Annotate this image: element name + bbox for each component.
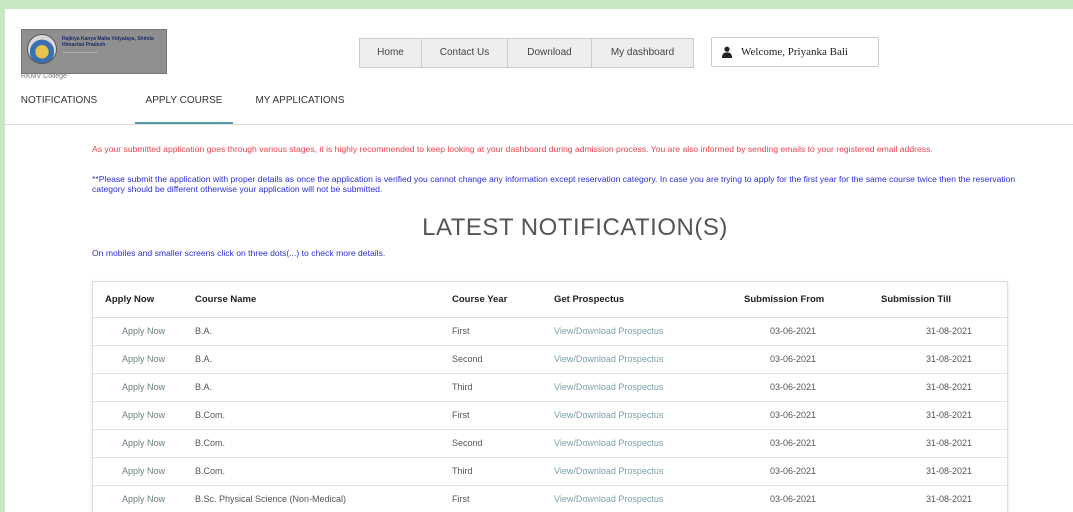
table-row: Apply Now B.Com. First View/Download Pro…	[93, 401, 1007, 430]
apply-now-link[interactable]: Apply Now	[93, 485, 185, 512]
tab-notifications[interactable]: NOTIFICATIONS	[5, 91, 113, 124]
tab-my-applications[interactable]: MY APPLICATIONS	[245, 91, 355, 124]
prospectus-link[interactable]: View/Download Prospectus	[544, 485, 734, 512]
submission-till-cell: 31-08-2021	[871, 345, 1007, 374]
submission-till-cell: 31-08-2021	[871, 373, 1007, 402]
column-header: Submission Till	[871, 282, 1007, 318]
apply-now-link[interactable]: Apply Now	[93, 373, 185, 402]
nav-home-button[interactable]: Home	[360, 39, 422, 67]
column-header: Get Prospectus	[544, 282, 734, 318]
prospectus-link[interactable]: View/Download Prospectus	[544, 401, 734, 430]
column-header: Course Year	[442, 282, 544, 318]
notice-submission-warning: **Please submit the application with pro…	[92, 174, 1016, 194]
table-row: Apply Now B.Com. Third View/Download Pro…	[93, 457, 1007, 486]
submission-till-cell: 31-08-2021	[871, 457, 1007, 486]
course-year-cell: First	[442, 317, 544, 346]
apply-now-link[interactable]: Apply Now	[93, 317, 185, 346]
course-year-cell: First	[442, 401, 544, 430]
course-name-cell: B.A.	[185, 317, 442, 346]
notice-dashboard-warning: As your submitted application goes throu…	[92, 144, 933, 154]
column-header: Course Name	[185, 282, 442, 318]
table-row: Apply Now B.A. Third View/Download Prosp…	[93, 373, 1007, 402]
apply-now-link[interactable]: Apply Now	[93, 345, 185, 374]
prospectus-link[interactable]: View/Download Prospectus	[544, 373, 734, 402]
course-name-cell: B.Sc. Physical Science (Non-Medical)	[185, 485, 442, 512]
logo-subtext: —————————	[62, 49, 98, 54]
welcome-text: Welcome, Priyanka Bali	[741, 46, 848, 58]
course-name-cell: B.A.	[185, 373, 442, 402]
apply-now-link[interactable]: Apply Now	[93, 457, 185, 486]
course-year-cell: Second	[442, 345, 544, 374]
course-year-cell: Third	[442, 457, 544, 486]
submission-from-cell: 03-06-2021	[734, 429, 871, 458]
welcome-user-button[interactable]: Welcome, Priyanka Bali	[711, 37, 879, 67]
submission-from-cell: 03-06-2021	[734, 457, 871, 486]
tab-bar: NOTIFICATIONS APPLY COURSE MY APPLICATIO…	[5, 91, 1073, 125]
prospectus-link[interactable]: View/Download Prospectus	[544, 429, 734, 458]
user-icon	[722, 46, 732, 58]
course-name-cell: B.A.	[185, 345, 442, 374]
college-label: RKMV College	[21, 73, 67, 80]
submission-from-cell: 03-06-2021	[734, 485, 871, 512]
college-logo[interactable]: Rajkiya Kanya Maha Vidyalaya, Shimla Him…	[21, 29, 167, 74]
mobile-hint: On mobiles and smaller screens click on …	[92, 248, 386, 258]
top-nav: Home Contact Us Download My dashboard	[359, 38, 694, 68]
prospectus-link[interactable]: View/Download Prospectus	[544, 317, 734, 346]
course-name-cell: B.Com.	[185, 429, 442, 458]
apply-now-link[interactable]: Apply Now	[93, 401, 185, 430]
apply-now-link[interactable]: Apply Now	[93, 429, 185, 458]
notifications-table: Apply Now Course Name Course Year Get Pr…	[92, 281, 1008, 512]
column-header: Submission From	[734, 282, 871, 318]
submission-from-cell: 03-06-2021	[734, 345, 871, 374]
course-year-cell: Third	[442, 373, 544, 402]
column-header: Apply Now	[93, 282, 185, 318]
page: Rajkiya Kanya Maha Vidyalaya, Shimla Him…	[5, 9, 1073, 512]
submission-till-cell: 31-08-2021	[871, 317, 1007, 346]
submission-from-cell: 03-06-2021	[734, 373, 871, 402]
prospectus-link[interactable]: View/Download Prospectus	[544, 345, 734, 374]
submission-from-cell: 03-06-2021	[734, 317, 871, 346]
nav-download-button[interactable]: Download	[508, 39, 592, 67]
table-row: Apply Now B.A. First View/Download Prosp…	[93, 317, 1007, 346]
submission-till-cell: 31-08-2021	[871, 401, 1007, 430]
submission-from-cell: 03-06-2021	[734, 401, 871, 430]
course-year-cell: Second	[442, 429, 544, 458]
table-row: Apply Now B.Com. Second View/Download Pr…	[93, 429, 1007, 458]
prospectus-link[interactable]: View/Download Prospectus	[544, 457, 734, 486]
table-header-row: Apply Now Course Name Course Year Get Pr…	[93, 282, 1007, 318]
submission-till-cell: 31-08-2021	[871, 485, 1007, 512]
nav-contact-button[interactable]: Contact Us	[422, 39, 508, 67]
nav-dashboard-button[interactable]: My dashboard	[592, 39, 693, 67]
course-name-cell: B.Com.	[185, 457, 442, 486]
table-row: Apply Now B.Sc. Physical Science (Non-Me…	[93, 485, 1007, 512]
emblem-icon	[27, 34, 57, 64]
tab-apply-course[interactable]: APPLY COURSE	[135, 91, 233, 124]
logo-text: Rajkiya Kanya Maha Vidyalaya, Shimla Him…	[62, 36, 154, 48]
course-year-cell: First	[442, 485, 544, 512]
table-row: Apply Now B.A. Second View/Download Pros…	[93, 345, 1007, 374]
submission-till-cell: 31-08-2021	[871, 429, 1007, 458]
course-name-cell: B.Com.	[185, 401, 442, 430]
page-title: LATEST NOTIFICATION(S)	[422, 214, 728, 241]
